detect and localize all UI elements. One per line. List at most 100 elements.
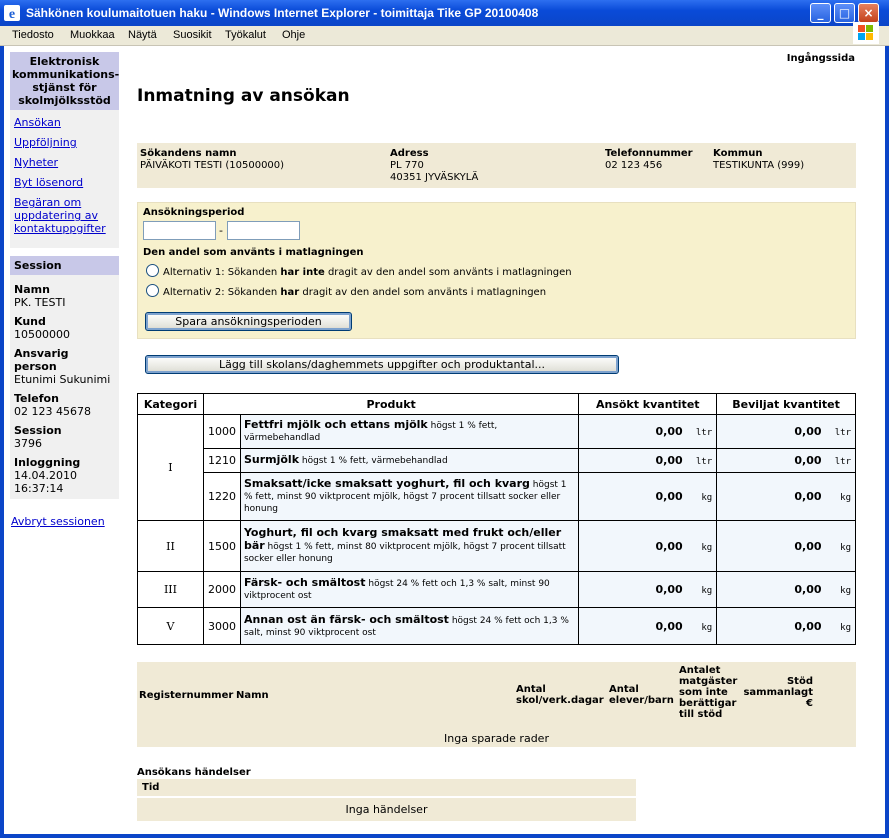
menu-tools[interactable]: Työkalut [225,29,266,41]
alternative-1-radio[interactable] [146,264,159,277]
events-title: Ansökans händelser [137,767,251,778]
windows-logo-icon [853,22,879,44]
menu-file[interactable]: Tiedosto [12,29,54,41]
events-table: Tid Inga händelser [137,779,636,821]
session-login-time: 16:37:14 [14,482,64,495]
granted-qty-cell: 0,00 kg [716,571,856,608]
session-phone-label: Telefon [14,392,59,405]
sidebar-link-application[interactable]: Ansökan [14,116,115,129]
granted-qty: 0,00 [794,619,822,633]
unit: kg [701,493,713,503]
col-time: Tid [142,782,160,793]
sidebar-link-change-password[interactable]: Byt lösenord [14,176,115,189]
session-id-label: Session [14,424,62,437]
product-name-cell: Fettfri mjölk och ettans mjölk högst 1 %… [239,414,580,449]
session-customer-value: 10500000 [14,328,70,341]
register-table-header: Registernummer Namn Antal skol/verk.daga… [137,662,856,730]
unit: kg [840,542,851,553]
alt1-text-pre: Alternativ 1: Sökanden [163,267,281,278]
alt1-text-bold: har inte [280,267,325,278]
alternative-2-radio[interactable] [146,284,159,297]
applied-qty: 0,00 [655,583,683,596]
category-cell: II [137,520,204,572]
col-category: Kategori [137,393,204,415]
internet-explorer-icon: e [4,5,20,21]
granted-qty: 0,00 [794,539,822,553]
applied-qty-cell: 0,00 kg [578,520,718,572]
product-desc: högst 1 % fett, minst 80 viktprocent mjö… [243,542,566,564]
address-line1: PL 770 [390,160,424,171]
session-name-label: Namn [14,283,50,296]
close-button[interactable]: × [858,3,879,23]
menu-view[interactable]: Näytä [128,29,157,41]
register-empty-message: Inga sparade rader [137,730,856,747]
events-table-header: Tid [137,779,636,796]
unit: ltr [834,428,851,438]
applicant-name-value: PÄIVÄKOTI TESTI (10500000) [140,160,285,171]
product-name: Smaksatt/icke smaksatt yoghurt, fil och … [243,477,530,490]
save-period-button[interactable]: Spara ansökningsperioden [145,312,352,331]
product-name: Färsk- och smältost [243,576,366,589]
product-name: Fettfri mjölk och ettans mjölk [243,418,428,431]
period-end-input[interactable] [227,221,300,240]
register-table: Registernummer Namn Antal skol/verk.daga… [137,662,856,747]
alt1-text-post: dragit av den andel som använts i matlag… [324,267,572,278]
menu-help[interactable]: Ohje [282,29,305,41]
sidebar-link-update-contact[interactable]: Begäran om uppdatering av kontaktuppgift… [14,196,115,235]
alt2-text-pre: Alternativ 2: Sökanden [163,287,281,298]
col-total-support: Stöd sammanlagt € [743,676,813,709]
product-code: 1000 [202,414,241,449]
minimize-button[interactable]: _ [810,3,831,23]
phone-label: Telefonnummer [605,148,693,159]
session-phone-value: 02 123 45678 [14,405,91,418]
granted-qty-cell: 0,00 kg [716,520,856,572]
product-table-header: Kategori Produkt Ansökt kvantitet Bevilj… [137,393,856,415]
sidebar-links: Ansökan Uppföljning Nyheter Byt lösenord… [10,110,119,248]
menu-edit[interactable]: Muokkaa [70,29,115,41]
period-label: Ansökningsperiod [143,207,245,218]
col-name: Namn [236,690,269,701]
table-row: III 2000 Färsk- och smältost högst 24 % … [137,571,856,608]
product-name-cell: Smaksatt/icke smaksatt yoghurt, fil och … [239,472,580,521]
col-granted: Beviljat kvantitet [716,393,856,415]
window-titlebar: e Sähkönen koulumaitotuen haku - Windows… [0,0,889,26]
applied-qty-cell: 0,00 kg [578,571,718,608]
phone-value: 02 123 456 [605,160,663,171]
period-start-input[interactable] [143,221,216,240]
product-name-cell: Annan ost än färsk- och smältost högst 2… [239,607,580,645]
unit: kg [840,493,851,503]
product-name-cell: Surmjölk högst 1 % fett, värmebehandlad [239,448,580,473]
alternative-1-option[interactable]: Alternativ 1: Sökanden har inte dragit a… [146,264,572,278]
col-school-days: Antal skol/verk.dagar [516,684,604,706]
session-name-value: PK. TESTI [14,296,66,309]
table-row: I 1000 Fettfri mjölk och ettans mjölk hö… [137,414,856,521]
session-login-label: Inloggning [14,456,81,469]
applied-qty: 0,00 [655,425,683,438]
product-name: Surmjölk [243,453,300,466]
session-customer-label: Kund [14,315,46,328]
applied-qty: 0,00 [655,619,683,633]
svg-text:e: e [9,7,15,21]
unit: ltr [695,428,713,438]
product-code: 3000 [202,607,241,645]
granted-qty: 0,00 [794,583,822,596]
product-name-cell: Yoghurt, fil och kvarg smaksatt med fruk… [239,520,580,572]
abort-session-link[interactable]: Avbryt sessionen [11,515,105,528]
applied-qty: 0,00 [655,454,683,467]
alternative-2-option[interactable]: Alternativ 2: Sökanden har dragit av den… [146,284,546,298]
applied-qty-cell: 0,00 ltr [578,448,718,473]
add-school-data-button[interactable]: Lägg till skolans/daghemmets uppgifter o… [145,355,619,374]
product-code: 2000 [202,571,241,608]
home-page-link[interactable]: Ingångssida [787,53,855,64]
granted-qty-cell: 0,00 ltr [716,414,856,449]
product-desc: högst 1 % fett, värmebehandlad [299,456,448,466]
maximize-button[interactable]: □ [834,3,855,23]
menu-favorites[interactable]: Suosikit [173,29,212,41]
product-code: 1500 [202,520,241,572]
sidebar-link-news[interactable]: Nyheter [14,156,115,169]
sidebar-link-followup[interactable]: Uppföljning [14,136,115,149]
session-responsible-label: Ansvarig person [14,347,69,373]
page-title: Inmatning av ansökan [137,86,350,106]
page-content: Elektronisk kommunikations-stjänst för s… [4,46,885,834]
granted-qty: 0,00 [794,454,822,467]
